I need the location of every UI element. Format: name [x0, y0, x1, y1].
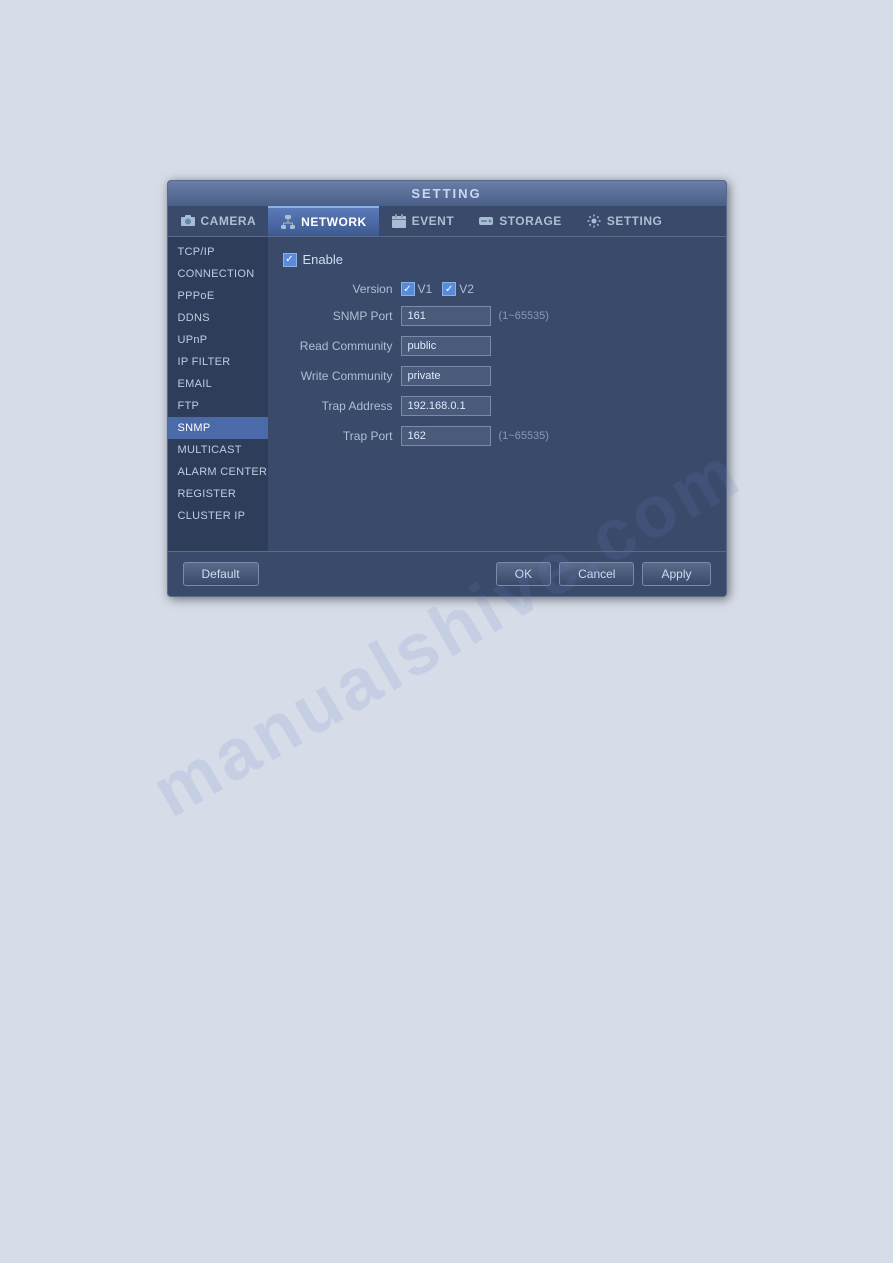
sidebar-item-ipfilter[interactable]: IP FILTER	[168, 351, 268, 373]
storage-icon	[478, 213, 494, 229]
tab-storage-label: STORAGE	[499, 214, 562, 228]
settings-dialog: SETTING CAMERA NETWORK EVENT	[167, 180, 727, 597]
snmp-port-input[interactable]	[401, 306, 491, 326]
v2-checkbox[interactable]: ✓	[442, 282, 456, 296]
sidebar-item-connection[interactable]: CONNECTION	[168, 263, 268, 285]
trap-address-label: Trap Address	[283, 399, 393, 413]
tab-bar: CAMERA NETWORK EVENT STORAGE	[168, 206, 726, 237]
trap-address-row: Trap Address	[283, 396, 711, 416]
write-community-label: Write Community	[283, 369, 393, 383]
cancel-button[interactable]: Cancel	[559, 562, 634, 586]
event-icon	[391, 213, 407, 229]
tab-storage[interactable]: STORAGE	[466, 206, 574, 236]
btn-group-right: OK Cancel Apply	[496, 562, 711, 586]
default-button[interactable]: Default	[183, 562, 259, 586]
tab-network[interactable]: NETWORK	[268, 206, 379, 236]
sidebar: TCP/IP CONNECTION PPPoE DDNS UPnP IP FIL…	[168, 237, 268, 551]
sidebar-item-tcpip[interactable]: TCP/IP	[168, 241, 268, 263]
v1-check-item: ✓ V1	[401, 282, 433, 296]
content-area: TCP/IP CONNECTION PPPoE DDNS UPnP IP FIL…	[168, 237, 726, 551]
sidebar-item-ddns[interactable]: DDNS	[168, 307, 268, 329]
v2-check-item: ✓ V2	[442, 282, 474, 296]
read-community-label: Read Community	[283, 339, 393, 353]
sidebar-item-pppoe[interactable]: PPPoE	[168, 285, 268, 307]
sidebar-item-multicast[interactable]: MULTICAST	[168, 439, 268, 461]
sidebar-item-alarmcenter[interactable]: ALARM CENTER	[168, 461, 268, 483]
snmp-port-label: SNMP Port	[283, 309, 393, 323]
tab-setting[interactable]: SETTING	[574, 206, 675, 236]
read-community-input[interactable]	[401, 336, 491, 356]
main-panel: ✓ Enable Version ✓ V1 ✓ V2	[268, 237, 726, 551]
trap-port-hint: (1~65535)	[499, 430, 549, 442]
camera-icon	[180, 213, 196, 229]
ok-button[interactable]: OK	[496, 562, 551, 586]
sidebar-item-ftp[interactable]: FTP	[168, 395, 268, 417]
tab-event[interactable]: EVENT	[379, 206, 467, 236]
trap-port-row: Trap Port (1~65535)	[283, 426, 711, 446]
button-bar: Default OK Cancel Apply	[168, 551, 726, 596]
apply-button[interactable]: Apply	[642, 562, 710, 586]
v2-label: V2	[459, 282, 474, 296]
write-community-input[interactable]	[401, 366, 491, 386]
dialog-title: SETTING	[168, 181, 726, 206]
version-row: Version ✓ V1 ✓ V2	[283, 282, 711, 296]
tab-network-label: NETWORK	[301, 215, 367, 229]
sidebar-item-email[interactable]: EMAIL	[168, 373, 268, 395]
sidebar-item-snmp[interactable]: SNMP	[168, 417, 268, 439]
network-icon	[280, 214, 296, 230]
version-label: Version	[283, 282, 393, 296]
trap-port-input[interactable]	[401, 426, 491, 446]
tab-camera-label: CAMERA	[201, 214, 257, 228]
sidebar-item-register[interactable]: REGISTER	[168, 483, 268, 505]
enable-label: Enable	[303, 252, 343, 267]
write-community-row: Write Community	[283, 366, 711, 386]
tab-setting-label: SETTING	[607, 214, 663, 228]
enable-row: ✓ Enable	[283, 252, 711, 267]
snmp-port-hint: (1~65535)	[499, 310, 549, 322]
tab-event-label: EVENT	[412, 214, 455, 228]
snmp-port-row: SNMP Port (1~65535)	[283, 306, 711, 326]
tab-camera[interactable]: CAMERA	[168, 206, 269, 236]
gear-icon	[586, 213, 602, 229]
read-community-row: Read Community	[283, 336, 711, 356]
sidebar-item-clusterip[interactable]: CLUSTER IP	[168, 505, 268, 527]
v1-label: V1	[418, 282, 433, 296]
trap-port-label: Trap Port	[283, 429, 393, 443]
enable-checkbox[interactable]: ✓	[283, 253, 297, 267]
trap-address-input[interactable]	[401, 396, 491, 416]
version-checks: ✓ V1 ✓ V2	[401, 282, 474, 296]
v1-checkbox[interactable]: ✓	[401, 282, 415, 296]
sidebar-item-upnp[interactable]: UPnP	[168, 329, 268, 351]
